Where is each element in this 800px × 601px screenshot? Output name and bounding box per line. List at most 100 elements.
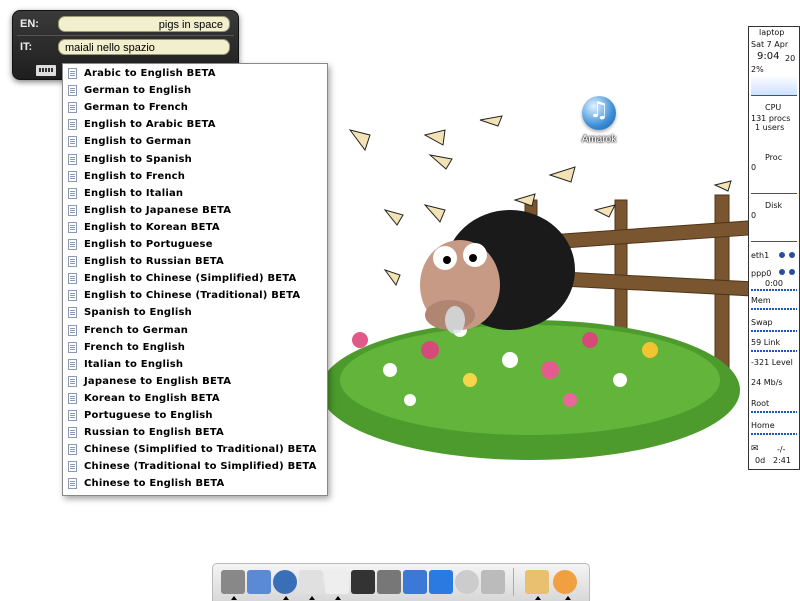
disk-label: Disk [765,201,783,210]
link-quality: 59 Link [751,338,781,347]
dock-separator [513,568,514,596]
menu-item[interactable]: German to English [63,82,325,99]
document-icon [68,239,77,250]
document-icon [68,444,77,456]
coffee-icon[interactable] [377,570,401,594]
document-icon [68,273,77,285]
menu-item[interactable]: English to German [63,133,325,150]
cloud-icon[interactable] [481,570,505,594]
globe-icon[interactable] [553,570,577,594]
bitrate: 24 Mb/s [751,378,783,387]
menu-item-label: Korean to English BETA [84,392,220,404]
menu-item-label: English to Spanish [84,153,192,165]
running-indicator [283,596,289,600]
paper-icon[interactable] [299,570,323,594]
menu-item[interactable]: Korean to English BETA [63,390,325,407]
target-language-row: IT: maiali nello spazio [13,38,238,58]
menu-item[interactable]: English to Chinese (Simplified) BETA [63,270,325,287]
mem-bar [751,308,797,310]
ppp-tx-dot [789,269,795,275]
uptime-time: 2:41 [773,456,791,465]
signal-level: -321 Level [751,358,793,367]
language-pair-menu: Arabic to English BETA German to English G… [62,63,328,496]
menu-item[interactable]: Chinese to English BETA [63,475,325,492]
proc-value: 0 [751,163,757,172]
menu-item[interactable]: German to French [63,99,325,116]
row-divider [17,35,234,36]
dock [212,563,590,601]
menu-item-label: English to Portuguese [84,239,213,250]
safari-compass-icon[interactable] [273,570,297,594]
users-count: 1 users [755,123,785,132]
photo-icon[interactable] [351,570,375,594]
cpu-percent: 2% [751,65,764,74]
document-icon [68,187,77,199]
menu-item[interactable]: Portuguese to English [63,407,325,424]
ppp-time: 0:00 [765,279,783,288]
translated-text-output[interactable]: maiali nello spazio [58,39,230,55]
menu-item-label: English to Chinese (Simplified) BETA [84,273,297,285]
menu-item[interactable]: English to Spanish [63,151,325,168]
running-indicator [335,596,341,600]
keyboard-icon[interactable] [35,64,57,77]
document-icon [68,221,77,233]
document-icon [68,136,77,148]
menu-item[interactable]: Chinese (Traditional to Simplified) BETA [63,458,325,475]
menu-item-label: Arabic to English BETA [84,68,216,79]
root-bar [751,411,797,413]
menu-item-label: English to Arabic BETA [84,119,216,131]
cpu-label: CPU [765,103,782,112]
clock-icon[interactable] [455,570,479,594]
menu-item[interactable]: English to Arabic BETA [63,116,325,133]
ppp-rx-dot [779,269,785,275]
menu-item[interactable]: English to French [63,168,325,185]
document-icon [68,392,77,404]
document-icon [68,256,77,268]
menu-item-label: English to German [84,136,192,148]
ppp-bar [751,289,797,291]
menu-item[interactable]: English to Japanese BETA [63,202,325,219]
menu-item[interactable]: Spanish to English [63,304,325,321]
paper-shuffle-icon[interactable] [325,570,349,594]
gimp-icon[interactable] [247,570,271,594]
menu-item-label: Italian to English [84,358,184,370]
root-label: Root [751,399,770,408]
menu-item-label: English to Russian BETA [84,256,224,268]
date-display: Sat 7 Apr [751,40,789,49]
document-icon [68,478,77,490]
cpu-graph [751,75,797,96]
amarok-desktop-icon[interactable]: Amarok [578,96,620,152]
home-bar [751,433,797,435]
swap-label: Swap [751,318,773,327]
source-text-input[interactable]: pigs in space [58,16,230,32]
menu-item[interactable]: English to Korean BETA [63,219,325,236]
menu-item[interactable]: Arabic to English BETA [63,65,325,82]
menu-item-label: English to Korean BETA [84,221,220,233]
document-icon [68,307,77,319]
home-label: Home [751,421,775,430]
menu-item[interactable]: French to English [63,339,325,356]
menu-item[interactable]: Italian to English [63,356,325,373]
menu-item-label: German to French [84,102,189,114]
key-icon[interactable] [525,570,549,594]
menu-item-label: French to English [84,341,186,353]
menu-item[interactable]: French to German [63,322,325,339]
waves-icon[interactable] [403,570,427,594]
document-icon [68,85,77,97]
document-icon [68,358,77,370]
menu-item[interactable]: English to Russian BETA [63,253,325,270]
menu-item[interactable]: Japanese to English BETA [63,373,325,390]
eth-rx-dot [779,252,785,258]
amarok-label: Amarok [581,134,617,145]
menu-item-label: German to English [84,85,192,97]
menu-item[interactable]: Russian to English BETA [63,424,325,441]
menu-item[interactable]: Chinese (Simplified to Traditional) BETA [63,441,325,458]
calendar-icon[interactable] [429,570,453,594]
terminal-icon[interactable] [221,570,245,594]
menu-item[interactable]: English to Portuguese [63,236,325,253]
document-icon [68,290,77,302]
menu-item[interactable]: English to Italian [63,185,325,202]
menu-item-label: Chinese to English BETA [84,478,225,490]
menu-item[interactable]: English to Chinese (Traditional) BETA [63,287,325,304]
document-icon [68,153,77,165]
